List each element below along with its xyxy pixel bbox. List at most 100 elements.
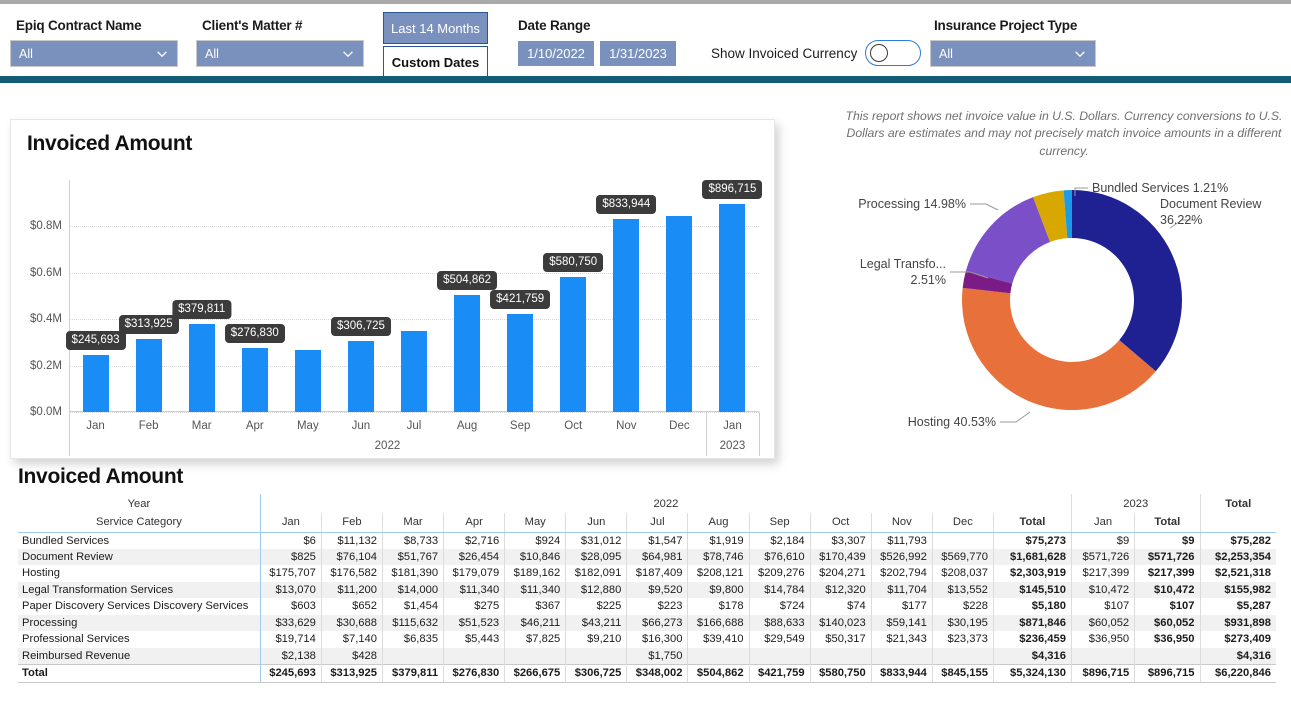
date-range-end[interactable]: 1/31/2023 [600, 41, 676, 66]
cell-month-value: $228 [931, 598, 994, 615]
bar[interactable] [507, 314, 534, 412]
cell-grand-total: $2,521,318 [1199, 565, 1276, 582]
matrix-col-header-jan-2023[interactable]: Jan [1070, 513, 1135, 533]
bar-data-label: $833,944 [596, 194, 657, 214]
cell-total-2022: $5,180 [992, 598, 1072, 615]
cell-month-value: $13,552 [931, 581, 994, 598]
bar[interactable] [560, 277, 587, 412]
invoiced-amount-bar-chart-card: Invoiced Amount $0.0M $0.2M $0.4M $0.6M $0.8… [10, 119, 775, 459]
table-row[interactable]: Professional Services $19,714 $7,140 $6,835… [18, 631, 1276, 648]
y-axis-tick: $0.4M [30, 313, 62, 326]
bar-chart-title: Invoiced Amount [27, 132, 193, 155]
label-insurance-project-type: Insurance Project Type [934, 18, 1078, 33]
table-row[interactable]: Reimbursed Revenue $2,138 $428 $1,750 $4,316… [18, 647, 1276, 664]
table-row[interactable]: Processing $33,629 $30,688 $115,632 $51,523 $… [18, 614, 1276, 631]
cell-month-value: $9,800 [687, 581, 750, 598]
table-row[interactable]: Paper Discovery Services Discovery Servi… [18, 598, 1276, 615]
cell-month-value [443, 647, 505, 664]
donut-segment[interactable] [965, 197, 1051, 284]
cell-month-value: $9,520 [626, 581, 688, 598]
matrix-col-header-month[interactable]: Aug [687, 513, 750, 533]
cell-month-value: $569,770 [931, 548, 994, 565]
bar[interactable] [666, 215, 693, 412]
cell-month-value: $223 [626, 598, 688, 615]
service-category-donut-chart: Bundled Services 1.21% Document Review 36.… [820, 160, 1291, 460]
button-last-14-months[interactable]: Last 14 Months [383, 12, 488, 44]
y-axis-tick: $0.2M [30, 359, 62, 372]
cell-month-value: $31,012 [565, 532, 627, 549]
cell-month-value: $14,784 [748, 581, 811, 598]
slicer-label-client-matter: Client's Matter # [202, 18, 303, 33]
cell-month-value: $28,095 [565, 548, 627, 565]
total-cell-month: $504,862 [687, 663, 750, 682]
matrix-col-header-month[interactable]: Nov [870, 513, 933, 533]
matrix-col-header-month[interactable]: Apr [443, 513, 505, 533]
donut-label-processing: Processing 14.98% [858, 197, 966, 211]
table-row[interactable]: Document Review $825 $76,104 $51,767 $26,454… [18, 548, 1276, 565]
cell-total-2023 [1134, 647, 1200, 664]
matrix-col-header-month[interactable]: Sep [748, 513, 811, 533]
cell-grand-total: $2,253,354 [1199, 548, 1276, 565]
cell-month-value [504, 647, 566, 664]
bar[interactable] [719, 203, 746, 412]
bar[interactable] [135, 339, 162, 412]
cell-month-value: $275 [443, 598, 505, 615]
matrix-col-header-total-2023[interactable]: Total [1134, 513, 1200, 533]
matrix-col-header-month[interactable]: Jul [626, 513, 688, 533]
cell-month-value: $39,410 [687, 631, 750, 648]
cell-month-value: $29,549 [748, 631, 811, 648]
total-cell-month: $421,759 [748, 663, 811, 682]
cell-month-value: $8,733 [381, 532, 444, 549]
matrix-col-header-month[interactable]: Jan [259, 513, 322, 533]
matrix-col-header-month[interactable]: Feb [320, 513, 383, 533]
total-cell-month: $245,693 [259, 663, 322, 682]
gridline [69, 272, 759, 274]
cell-month-value: $179,079 [443, 565, 505, 582]
slicer-clients-matter-number[interactable]: All [196, 40, 364, 67]
bar[interactable] [241, 347, 268, 412]
cell-total-2022: $871,846 [992, 614, 1072, 631]
total-cell-month: $276,830 [443, 663, 505, 682]
cell-month-value: $11,340 [504, 581, 566, 598]
cell-grand-total: $4,316 [1199, 647, 1276, 664]
matrix-col-header-month[interactable]: Mar [381, 513, 444, 533]
cell-month-value: $2,138 [259, 647, 322, 664]
cell-month-value: $66,273 [626, 614, 688, 631]
slicer-epiq-contract-name[interactable]: All [10, 40, 178, 67]
matrix-col-header-month[interactable]: May [504, 513, 566, 533]
matrix-col-header-total-2022[interactable]: Total [992, 513, 1072, 533]
bar[interactable] [401, 331, 427, 412]
cell-month-value: $51,523 [443, 614, 505, 631]
bar[interactable] [454, 294, 481, 412]
cell-month-value: $21,343 [870, 631, 933, 648]
slicer-insurance-project-type[interactable]: All [930, 40, 1096, 67]
slicer-project-type-value: All [939, 46, 953, 61]
bar[interactable] [82, 355, 109, 412]
bar[interactable] [188, 323, 215, 412]
table-row[interactable]: Hosting $175,707 $176,582 $181,390 $179,079 $… [18, 565, 1276, 582]
cell-month-value: $88,633 [748, 614, 811, 631]
toggle-show-invoiced-currency[interactable] [865, 40, 921, 66]
cell-month-value [809, 647, 872, 664]
x-axis-tick: Nov [616, 420, 637, 432]
cell-month-value: $64,981 [626, 548, 688, 565]
table-row[interactable]: Legal Transformation Services $13,070 $11,… [18, 581, 1276, 598]
cell-month-value: $182,091 [565, 565, 627, 582]
matrix-col-header-month[interactable]: Dec [931, 513, 994, 533]
cell-month-value: $14,000 [381, 581, 444, 598]
cell-jan-2023: $9 [1070, 532, 1135, 549]
table-row[interactable]: Bundled Services $6 $11,132 $8,733 $2,716 $92… [18, 532, 1276, 549]
x-axis-tick: Oct [564, 420, 583, 432]
button-custom-dates[interactable]: Custom Dates [383, 46, 488, 79]
cell-month-value: $76,610 [748, 548, 811, 565]
cell-month-value: $367 [504, 598, 566, 615]
bar[interactable] [347, 340, 374, 412]
matrix-col-header-month[interactable]: Oct [809, 513, 872, 533]
donut-segment[interactable] [962, 287, 1156, 410]
matrix-col-header-month[interactable]: Jun [565, 513, 627, 533]
bar[interactable] [294, 350, 321, 412]
date-range-start[interactable]: 1/10/2022 [518, 41, 594, 66]
matrix-bottom-border [18, 682, 1276, 684]
bar[interactable] [613, 218, 640, 412]
cell-month-value: $225 [565, 598, 627, 615]
